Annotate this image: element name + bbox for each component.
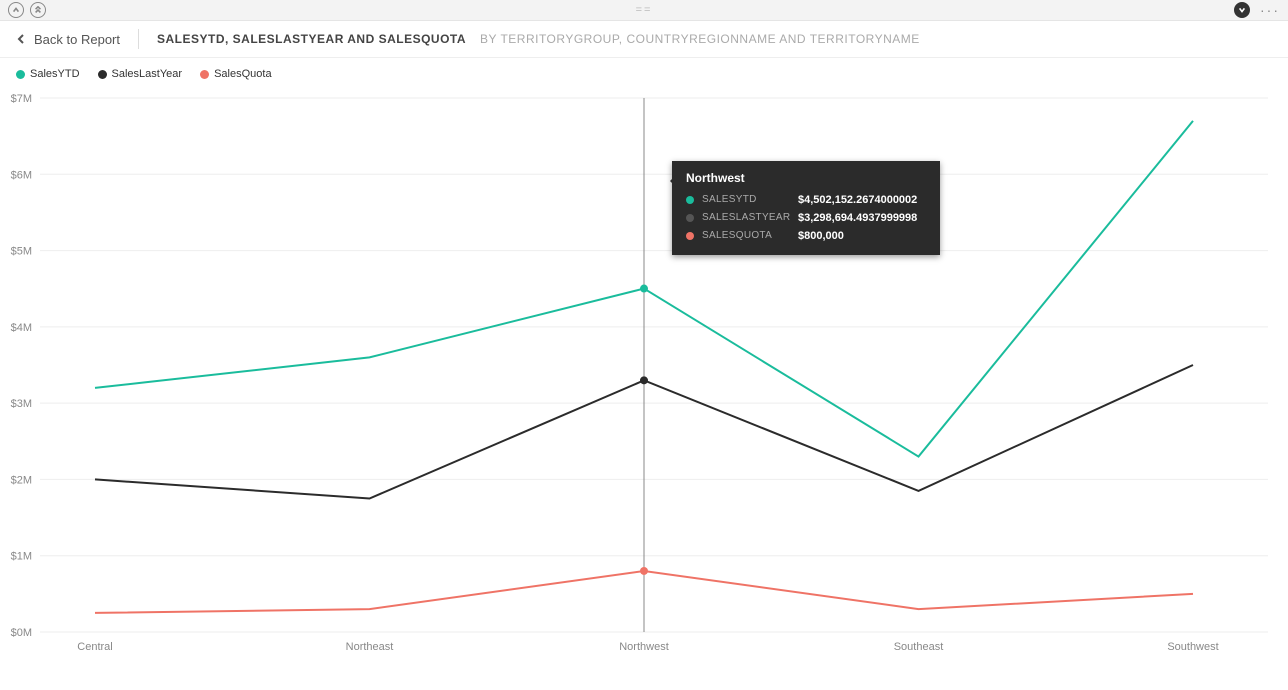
- x-tick-label: Northwest: [619, 641, 669, 653]
- chart-subtitle: BY TERRITORYGROUP, COUNTRYREGIONNAME AND…: [480, 32, 920, 46]
- y-tick-label: $2M: [11, 474, 32, 486]
- tooltip-title: Northwest: [686, 171, 926, 185]
- x-tick-label: Southwest: [1167, 641, 1218, 653]
- x-tick-label: Central: [77, 641, 112, 653]
- x-tick-label: Northeast: [346, 641, 394, 653]
- data-point[interactable]: [640, 285, 648, 293]
- chart-header: Back to Report SALESYTD, SALESLASTYEAR A…: [0, 21, 1288, 58]
- chevron-left-icon: [16, 34, 26, 44]
- x-tick-label: Southeast: [894, 641, 944, 653]
- legend-swatch: [98, 70, 107, 79]
- legend-label: SalesLastYear: [112, 68, 183, 80]
- back-label: Back to Report: [34, 32, 120, 47]
- y-tick-label: $0M: [11, 627, 32, 639]
- legend-swatch: [200, 70, 209, 79]
- separator: [138, 29, 139, 49]
- drill-down-icon[interactable]: [1234, 2, 1250, 18]
- legend-item[interactable]: SalesLastYear: [98, 68, 183, 80]
- y-tick-label: $3M: [11, 398, 32, 410]
- legend: SalesYTD SalesLastYear SalesQuota: [0, 58, 1288, 80]
- y-tick-label: $6M: [11, 169, 32, 181]
- tooltip-row: SALESQUOTA$800,000: [686, 227, 926, 245]
- legend-item[interactable]: SalesYTD: [16, 68, 80, 80]
- y-tick-label: $7M: [11, 93, 32, 105]
- chart-title: SALESYTD, SALESLASTYEAR AND SALESQUOTA: [157, 32, 466, 46]
- tooltip-row: SALESLASTYEAR$3,298,694.4937999998: [686, 209, 926, 227]
- y-tick-label: $1M: [11, 551, 32, 563]
- legend-label: SalesQuota: [214, 68, 271, 80]
- line-chart[interactable]: $0M $1M $2M $3M $4M $5M $6M $7M Central Northeast…: [0, 92, 1288, 682]
- tooltip-row: SALESYTD$4,502,152.2674000002: [686, 191, 926, 209]
- drill-all-icon[interactable]: [30, 2, 46, 18]
- data-point[interactable]: [640, 567, 648, 575]
- legend-item[interactable]: SalesQuota: [200, 68, 271, 80]
- data-point[interactable]: [640, 376, 648, 384]
- y-tick-label: $5M: [11, 246, 32, 258]
- y-tick-label: $4M: [11, 322, 32, 334]
- legend-label: SalesYTD: [30, 68, 80, 80]
- drill-up-icon[interactable]: [8, 2, 24, 18]
- more-options-icon[interactable]: ···: [1260, 3, 1280, 17]
- drag-handle-icon[interactable]: ==: [636, 4, 653, 16]
- tooltip: Northwest SALESYTD$4,502,152.2674000002S…: [672, 161, 940, 255]
- legend-swatch: [16, 70, 25, 79]
- window-toolbar: == ···: [0, 0, 1288, 21]
- back-to-report-button[interactable]: Back to Report: [16, 32, 120, 47]
